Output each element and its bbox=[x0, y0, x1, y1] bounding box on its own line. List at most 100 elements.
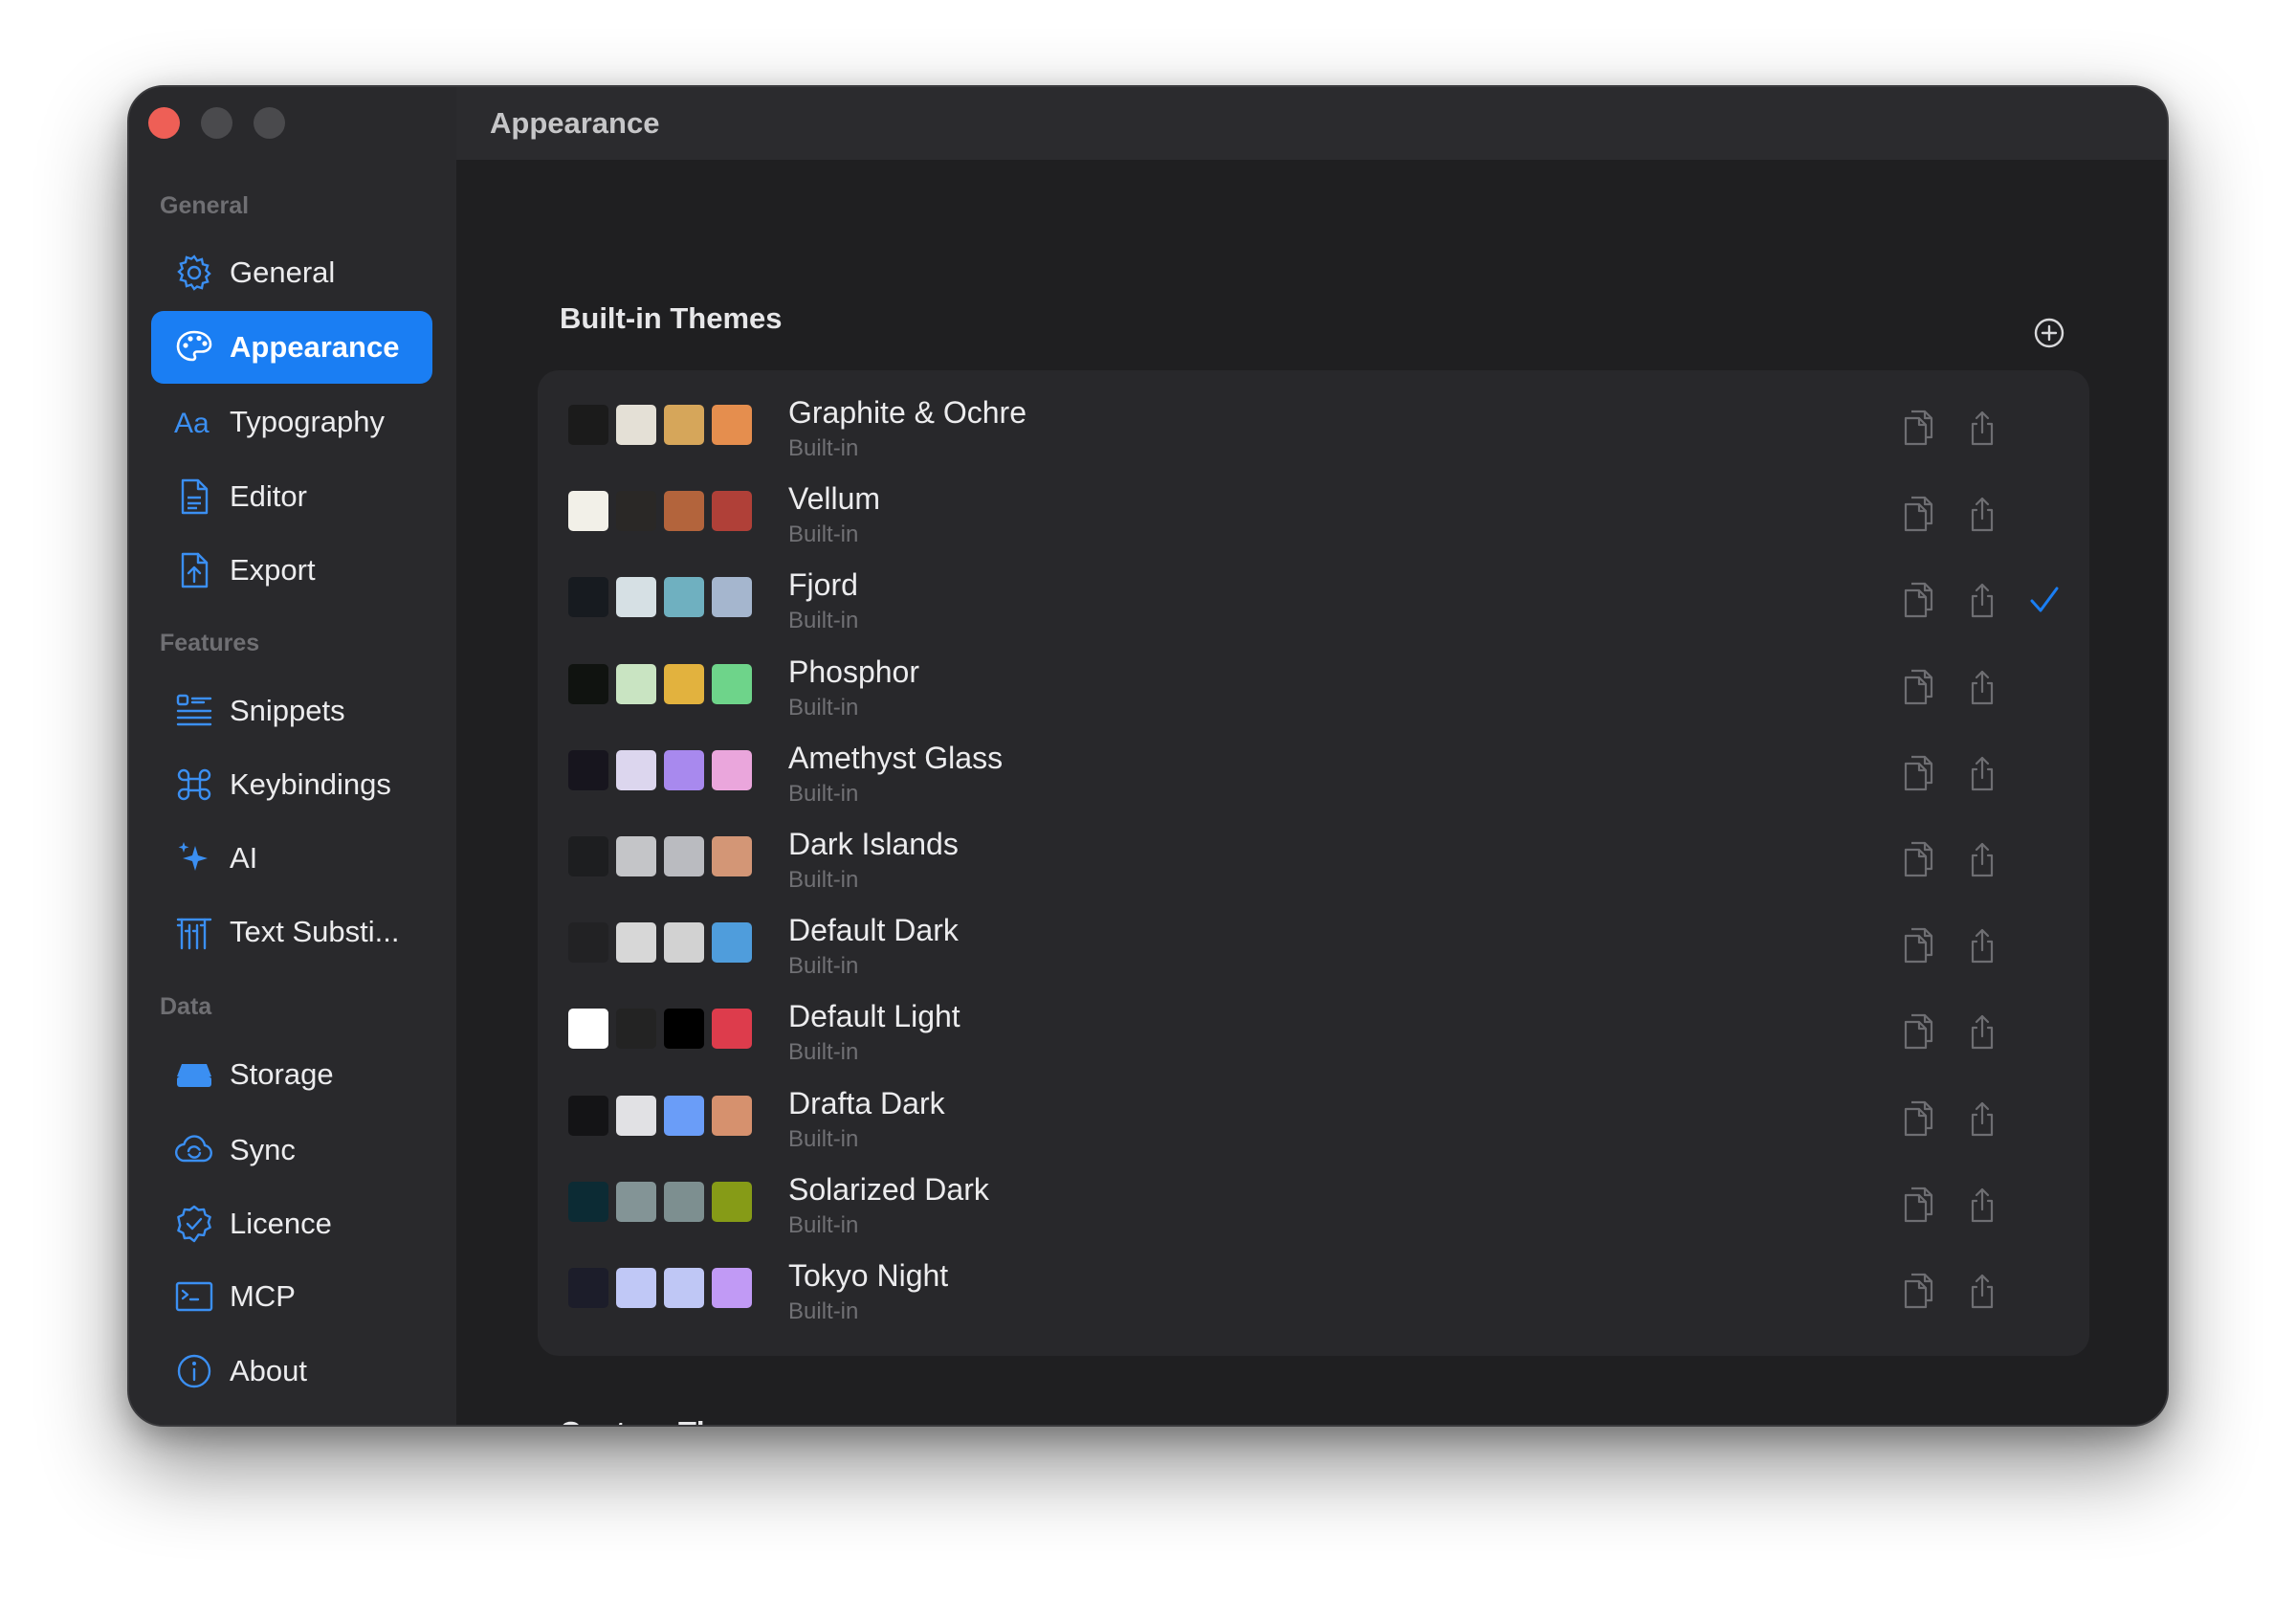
theme-row[interactable]: Vellum Built-in bbox=[538, 472, 2089, 558]
sidebar-item-ai[interactable]: AI bbox=[151, 822, 432, 895]
theme-row[interactable]: Amethyst Glass Built-in bbox=[538, 731, 2089, 817]
color-swatch bbox=[616, 836, 656, 876]
color-swatch bbox=[664, 491, 704, 532]
sidebar-item-appearance[interactable]: Appearance bbox=[151, 311, 432, 384]
share-theme-button[interactable] bbox=[1965, 1186, 1999, 1224]
close-window-button[interactable] bbox=[148, 107, 180, 139]
sidebar-item-label: Sync bbox=[230, 1133, 296, 1166]
color-swatch bbox=[664, 663, 704, 704]
sidebar-item-snippets[interactable]: Snippets bbox=[151, 675, 432, 747]
add-theme-button[interactable] bbox=[2033, 317, 2065, 349]
theme-row[interactable]: Dark Islands Built-in bbox=[538, 817, 2089, 903]
sidebar-item-about[interactable]: About bbox=[151, 1335, 432, 1408]
text-substitution-icon bbox=[173, 911, 215, 953]
duplicate-theme-button[interactable] bbox=[1900, 840, 1934, 878]
share-theme-button[interactable] bbox=[1965, 581, 1999, 619]
color-swatch bbox=[664, 1095, 704, 1136]
color-swatch bbox=[568, 577, 608, 618]
share-icon bbox=[1971, 1187, 1994, 1222]
duplicate-theme-button[interactable] bbox=[1900, 409, 1934, 447]
sidebar-item-mcp[interactable]: MCP bbox=[151, 1260, 432, 1333]
theme-row[interactable]: Phosphor Built-in bbox=[538, 645, 2089, 731]
sidebar-item-keybindings[interactable]: Keybindings bbox=[151, 748, 432, 821]
duplicate-icon bbox=[1904, 410, 1933, 446]
color-swatch bbox=[568, 836, 608, 876]
color-swatch bbox=[568, 749, 608, 790]
theme-row[interactable]: Graphite & Ochre Built-in bbox=[538, 386, 2089, 472]
sidebar-item-label: MCP bbox=[230, 1279, 296, 1313]
sidebar-item-general[interactable]: General bbox=[151, 236, 432, 309]
duplicate-theme-button[interactable] bbox=[1900, 754, 1934, 792]
sidebar-item-label: AI bbox=[230, 841, 258, 875]
theme-type: Built-in bbox=[788, 1211, 859, 1238]
sidebar-item-editor[interactable]: Editor bbox=[151, 460, 432, 533]
color-swatch bbox=[664, 836, 704, 876]
theme-type: Built-in bbox=[788, 608, 859, 634]
duplicate-theme-button[interactable] bbox=[1900, 495, 1934, 533]
color-swatch bbox=[568, 663, 608, 704]
duplicate-icon bbox=[1904, 1014, 1933, 1050]
theme-row[interactable]: Fjord Built-in bbox=[538, 558, 2089, 644]
share-theme-button[interactable] bbox=[1965, 926, 1999, 965]
duplicate-theme-button[interactable] bbox=[1900, 581, 1934, 619]
share-theme-button[interactable] bbox=[1965, 1272, 1999, 1310]
theme-swatches bbox=[568, 749, 752, 790]
duplicate-theme-button[interactable] bbox=[1900, 668, 1934, 706]
color-swatch bbox=[568, 922, 608, 964]
duplicate-icon bbox=[1904, 841, 1933, 877]
share-theme-button[interactable] bbox=[1965, 754, 1999, 792]
duplicate-theme-button[interactable] bbox=[1900, 1099, 1934, 1138]
color-swatch bbox=[712, 1181, 752, 1222]
duplicate-icon bbox=[1904, 1187, 1933, 1222]
minimize-window-button[interactable] bbox=[201, 107, 232, 139]
sidebar-item-typography[interactable]: Aa Typography bbox=[151, 386, 432, 458]
duplicate-icon bbox=[1904, 1273, 1933, 1309]
theme-swatches bbox=[568, 1181, 752, 1222]
sidebar-item-export[interactable]: Export bbox=[151, 534, 432, 607]
sidebar-item-label: Storage bbox=[230, 1057, 334, 1091]
settings-window: General General Appearance Aa Typography Edit… bbox=[127, 85, 2169, 1427]
zoom-window-button[interactable] bbox=[254, 107, 285, 139]
share-theme-button[interactable] bbox=[1965, 495, 1999, 533]
theme-name: Solarized Dark bbox=[788, 1171, 989, 1207]
color-swatch bbox=[616, 1181, 656, 1222]
theme-row[interactable]: Drafta Dark Built-in bbox=[538, 1076, 2089, 1163]
sidebar-item-text-substi[interactable]: Text Substi... bbox=[151, 896, 432, 968]
duplicate-theme-button[interactable] bbox=[1900, 1012, 1934, 1051]
share-theme-button[interactable] bbox=[1965, 668, 1999, 706]
custom-themes-heading: Custom Themes bbox=[560, 1415, 790, 1425]
color-swatch bbox=[664, 922, 704, 964]
color-swatch bbox=[616, 663, 656, 704]
theme-row[interactable]: Default Dark Built-in bbox=[538, 903, 2089, 989]
sidebar-item-storage[interactable]: Storage bbox=[151, 1038, 432, 1111]
licence-badge-icon bbox=[173, 1203, 215, 1245]
window-title: Appearance bbox=[490, 106, 660, 140]
share-icon bbox=[1971, 584, 1994, 618]
theme-name: Fjord bbox=[788, 567, 858, 603]
theme-name: Tokyo Night bbox=[788, 1258, 949, 1293]
duplicate-theme-button[interactable] bbox=[1900, 1186, 1934, 1224]
theme-row[interactable]: Default Light Built-in bbox=[538, 989, 2089, 1076]
sidebar-item-licence[interactable]: Licence bbox=[151, 1187, 432, 1260]
sidebar-item-sync[interactable]: Sync bbox=[151, 1114, 432, 1187]
color-swatch bbox=[664, 1268, 704, 1308]
color-swatch bbox=[664, 405, 704, 445]
color-swatch bbox=[616, 1268, 656, 1308]
theme-swatches bbox=[568, 1009, 752, 1050]
share-theme-button[interactable] bbox=[1965, 1099, 1999, 1138]
sync-icon bbox=[173, 1129, 215, 1171]
share-theme-button[interactable] bbox=[1965, 840, 1999, 878]
share-theme-button[interactable] bbox=[1965, 1012, 1999, 1051]
storage-icon bbox=[173, 1054, 215, 1096]
color-swatch bbox=[616, 491, 656, 532]
sidebar-item-label: Editor bbox=[230, 479, 307, 513]
duplicate-theme-button[interactable] bbox=[1900, 1272, 1934, 1310]
plus-circle-icon bbox=[2034, 318, 2064, 348]
share-theme-button[interactable] bbox=[1965, 409, 1999, 447]
duplicate-theme-button[interactable] bbox=[1900, 926, 1934, 965]
theme-name: Drafta Dark bbox=[788, 1085, 945, 1120]
theme-row[interactable]: Tokyo Night Built-in bbox=[538, 1249, 2089, 1335]
theme-swatches bbox=[568, 922, 752, 964]
share-icon bbox=[1971, 842, 1994, 877]
theme-row[interactable]: Solarized Dark Built-in bbox=[538, 1163, 2089, 1249]
